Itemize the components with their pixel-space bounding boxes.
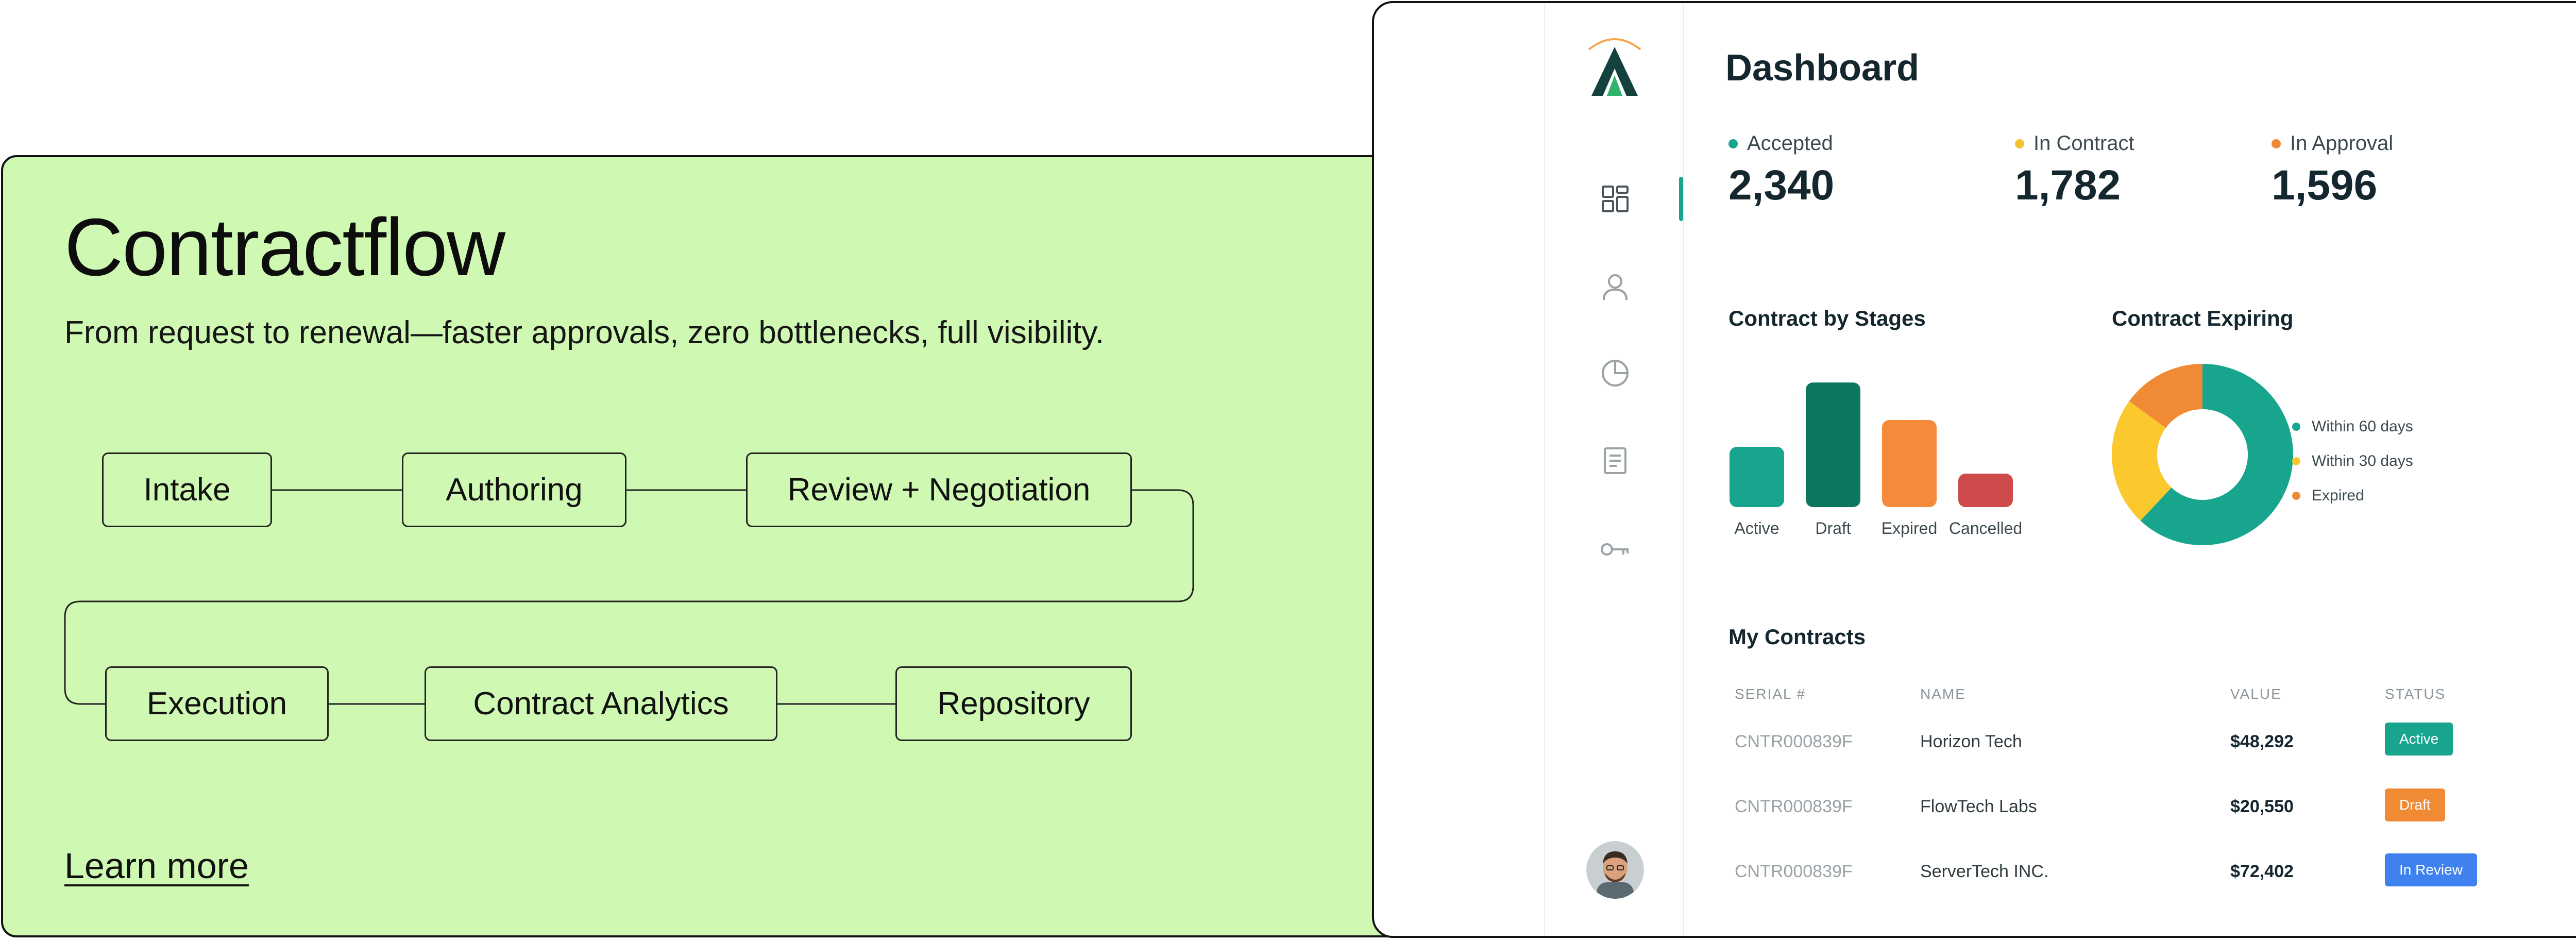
bar-label: Expired	[1882, 519, 1938, 538]
pie-chart-icon[interactable]	[1600, 358, 1631, 389]
step-intake: Intake	[102, 452, 272, 527]
step-execution: Execution	[105, 666, 329, 741]
cell-serial: CNTR000839F	[1735, 797, 1853, 816]
step-authoring: Authoring	[402, 452, 626, 527]
step-repository: Repository	[895, 666, 1132, 741]
legend-dot	[2292, 422, 2300, 431]
avatar[interactable]	[1586, 841, 1644, 899]
cell-name: FlowTech Labs	[1920, 797, 2037, 816]
status-badge: Active	[2385, 723, 2453, 756]
bar-label: Draft	[1815, 519, 1851, 538]
table-header-status: STATUS	[2385, 686, 2446, 702]
donut-legend: Within 60 days Within 30 days Expired	[2292, 409, 2413, 513]
bar-draft	[1806, 382, 1860, 507]
my-contracts-title: My Contracts	[1728, 625, 1866, 649]
table-header-name: NAME	[1920, 686, 1966, 702]
expiring-chart-title: Contract Expiring	[2112, 306, 2294, 330]
legend-dot	[2292, 491, 2300, 500]
table-header-serial: SERIAL #	[1735, 686, 1806, 702]
sidebar	[1544, 3, 1684, 936]
cell-name: Horizon Tech	[1920, 732, 2022, 751]
user-icon[interactable]	[1600, 271, 1631, 302]
cell-serial: CNTR000839F	[1735, 732, 1853, 751]
bar-label: Cancelled	[1949, 519, 2022, 538]
flow-connectors	[64, 489, 1194, 705]
status-dot	[2272, 139, 2281, 148]
grid-icon[interactable]	[1600, 183, 1631, 214]
cell-value: $20,550	[2230, 797, 2294, 816]
status-badge: Draft	[2385, 788, 2445, 821]
expiring-donut-chart	[2112, 364, 2293, 545]
legend-label: Within 30 days	[2312, 452, 2413, 469]
legend-item: Expired	[2292, 478, 2413, 513]
dashboard-window: Dashboard Accepted 2,340 In Contract 1,7…	[1372, 1, 2576, 938]
avatar-image	[1586, 841, 1644, 899]
status-badge: In Review	[2385, 853, 2477, 886]
bar-active	[1730, 447, 1784, 507]
legend-item: Within 60 days	[2292, 409, 2413, 444]
nav-active-indicator	[1679, 177, 1683, 221]
document-icon[interactable]	[1600, 445, 1631, 476]
learn-more-link[interactable]: Learn more	[64, 845, 249, 886]
bar-cancelled	[1958, 474, 2013, 507]
step-contract-analytics: Contract Analytics	[425, 666, 777, 741]
legend-label: Within 60 days	[2312, 417, 2413, 435]
logo-icon	[1588, 38, 1641, 96]
bar-label: Active	[1734, 519, 1779, 538]
stages-bar-chart: Active Draft Expired Cancelled	[1730, 382, 2022, 538]
stat-value: 1,596	[2272, 162, 2378, 209]
cell-name: ServerTech INC.	[1920, 862, 2049, 881]
legend-item: Within 30 days	[2292, 444, 2413, 478]
legend-label: Expired	[2312, 486, 2364, 504]
legend-dot	[2292, 457, 2300, 465]
table-header-value: VALUE	[2230, 686, 2282, 702]
dashboard-main: Dashboard Accepted 2,340 In Contract 1,7…	[1684, 3, 2576, 936]
stat-in-approval: In Approval 1,596	[2272, 132, 2393, 207]
stat-label: In Approval	[2290, 132, 2394, 155]
cell-serial: CNTR000839F	[1735, 862, 1853, 881]
cell-value: $48,292	[2230, 732, 2294, 751]
cell-value: $72,402	[2230, 862, 2294, 881]
key-icon[interactable]	[1600, 534, 1631, 565]
step-review-negotiation: Review + Negotiation	[746, 452, 1132, 527]
bar-expired	[1882, 420, 1937, 507]
promo-card: Contractflow From request to renewal—fas…	[1, 155, 1415, 937]
stat-label: In Contract	[2033, 132, 2134, 155]
